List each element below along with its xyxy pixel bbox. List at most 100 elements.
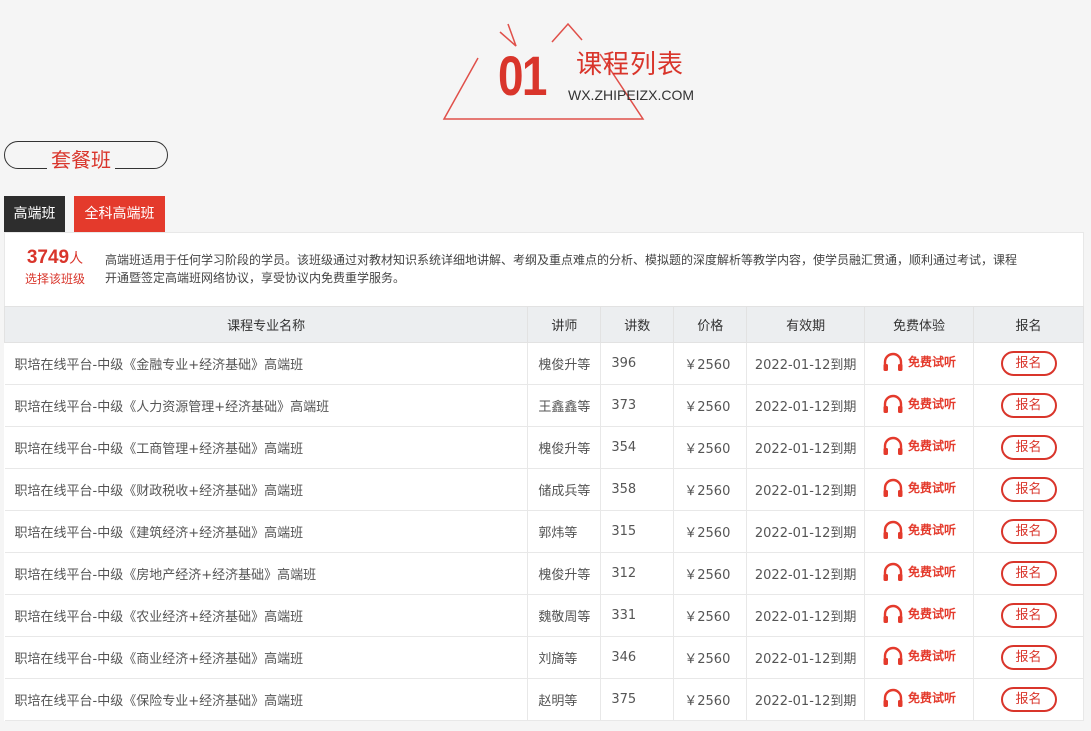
register-button[interactable]: 报名: [1000, 561, 1057, 586]
course-expiry: 2022-01-12到期: [746, 468, 866, 511]
table-row: 职培在线平台-中级《农业经济+经济基础》高端班 魏敬周等 331 ￥2560 2…: [4, 594, 1084, 637]
register-button[interactable]: 报名: [1000, 687, 1057, 712]
headphones-icon: [883, 436, 903, 455]
table-header-row: 课程专业名称 讲师 讲数 价格 有效期 免费体验 报名: [3, 306, 1084, 343]
table-row: 职培在线平台-中级《人力资源管理+经济基础》高端班 王鑫鑫等 373 ￥2560…: [4, 384, 1084, 427]
free-trial-cell: 免费试听: [864, 426, 975, 469]
table-row: 职培在线平台-中级《工商管理+经济基础》高端班 槐俊升等 354 ￥2560 2…: [4, 426, 1084, 469]
course-lessons: 346: [600, 636, 675, 679]
register-button[interactable]: 报名: [1000, 519, 1057, 544]
course-lessons: 375: [600, 678, 675, 721]
course-teacher: 赵明等: [527, 678, 602, 721]
course-lessons: 354: [600, 426, 675, 469]
register-button[interactable]: 报名: [1000, 351, 1057, 376]
free-trial-link[interactable]: 免费试听: [882, 478, 956, 498]
register-cell: 报名: [973, 594, 1084, 637]
free-trial-link[interactable]: 免费试听: [882, 436, 956, 456]
register-cell: 报名: [973, 552, 1084, 595]
course-price: ￥2560: [673, 342, 748, 385]
enrollment-count: 3749人 选择该班级: [5, 247, 105, 287]
register-cell: 报名: [973, 342, 1084, 385]
course-price: ￥2560: [673, 636, 748, 679]
headphones-icon: [883, 352, 903, 371]
table-row: 职培在线平台-中级《建筑经济+经济基础》高端班 郭炜等 315 ￥2560 20…: [4, 510, 1084, 553]
count-unit: 人: [69, 251, 84, 267]
headphones-icon: [883, 478, 903, 497]
header-price: 价格: [673, 306, 748, 343]
free-trial-link[interactable]: 免费试听: [882, 352, 956, 372]
section-number: 01: [498, 44, 547, 107]
free-trial-cell: 免费试听: [864, 678, 975, 721]
course-name: 职培在线平台-中级《农业经济+经济基础》高端班: [4, 594, 529, 637]
register-button[interactable]: 报名: [1000, 435, 1057, 460]
course-name: 职培在线平台-中级《金融专业+经济基础》高端班: [4, 342, 529, 385]
table-row: 职培在线平台-中级《房地产经济+经济基础》高端班 槐俊升等 312 ￥2560 …: [4, 552, 1084, 595]
course-teacher: 槐俊升等: [527, 552, 602, 595]
free-trial-cell: 免费试听: [864, 468, 975, 511]
free-trial-link[interactable]: 免费试听: [882, 562, 956, 582]
course-name: 职培在线平台-中级《工商管理+经济基础》高端班: [4, 426, 529, 469]
free-trial-link[interactable]: 免费试听: [882, 394, 956, 414]
table-row: 职培在线平台-中级《金融专业+经济基础》高端班 槐俊升等 396 ￥2560 2…: [4, 342, 1084, 385]
header-register: 报名: [973, 306, 1084, 343]
course-teacher: 郭炜等: [527, 510, 602, 553]
register-cell: 报名: [973, 636, 1084, 679]
course-name: 职培在线平台-中级《保险专业+经济基础》高端班: [4, 678, 529, 721]
register-cell: 报名: [973, 678, 1084, 721]
course-teacher: 刘旖等: [527, 636, 602, 679]
register-cell: 报名: [973, 384, 1084, 427]
table-row: 职培在线平台-中级《商业经济+经济基础》高端班 刘旖等 346 ￥2560 20…: [4, 636, 1084, 679]
free-trial-link[interactable]: 免费试听: [882, 520, 956, 540]
course-name: 职培在线平台-中级《建筑经济+经济基础》高端班: [4, 510, 529, 553]
headphones-icon: [883, 688, 903, 707]
register-button[interactable]: 报名: [1000, 645, 1057, 670]
free-trial-cell: 免费试听: [864, 636, 975, 679]
register-cell: 报名: [973, 510, 1084, 553]
course-teacher: 储成兵等: [527, 468, 602, 511]
course-teacher: 槐俊升等: [527, 426, 602, 469]
header-free-trial: 免费体验: [864, 306, 975, 343]
course-lessons: 358: [600, 468, 675, 511]
register-button[interactable]: 报名: [1000, 603, 1057, 628]
course-lessons: 396: [600, 342, 675, 385]
course-price: ￥2560: [673, 594, 748, 637]
section-label: 套餐班: [47, 148, 115, 172]
free-trial-cell: 免费试听: [864, 342, 975, 385]
course-name: 职培在线平台-中级《人力资源管理+经济基础》高端班: [4, 384, 529, 427]
free-trial-link[interactable]: 免费试听: [882, 604, 956, 624]
free-trial-link[interactable]: 免费试听: [882, 646, 956, 666]
class-description: 高端班适用于任何学习阶段的学员。该班级通过对教材知识系统详细地讲解、考纲及重点难…: [105, 253, 1018, 285]
course-expiry: 2022-01-12到期: [746, 342, 866, 385]
course-price: ￥2560: [673, 468, 748, 511]
course-table: 课程专业名称 讲师 讲数 价格 有效期 免费体验 报名 职培在线平台-中级《金融…: [3, 306, 1084, 721]
header-course-name: 课程专业名称: [3, 306, 529, 343]
table-row: 职培在线平台-中级《财政税收+经济基础》高端班 储成兵等 358 ￥2560 2…: [4, 468, 1084, 511]
register-button[interactable]: 报名: [1000, 477, 1057, 502]
register-button[interactable]: 报名: [1000, 393, 1057, 418]
course-expiry: 2022-01-12到期: [746, 510, 866, 553]
header-lessons: 讲数: [600, 306, 675, 343]
headphones-icon: [883, 562, 903, 581]
free-trial-link[interactable]: 免费试听: [882, 688, 956, 708]
course-expiry: 2022-01-12到期: [746, 426, 866, 469]
course-name: 职培在线平台-中级《商业经济+经济基础》高端班: [4, 636, 529, 679]
free-trial-cell: 免费试听: [864, 510, 975, 553]
course-expiry: 2022-01-12到期: [746, 552, 866, 595]
headphones-icon: [883, 520, 903, 539]
course-expiry: 2022-01-12到期: [746, 636, 866, 679]
tab-all-subjects-high-end[interactable]: 全科高端班: [74, 196, 165, 232]
free-trial-label: 免费试听: [908, 691, 957, 705]
table-row: 职培在线平台-中级《保险专业+经济基础》高端班 赵明等 375 ￥2560 20…: [4, 678, 1084, 721]
free-trial-cell: 免费试听: [864, 552, 975, 595]
class-info-panel: 3749人 选择该班级 高端班适用于任何学习阶段的学员。该班级通过对教材知识系统…: [4, 232, 1084, 307]
page-title: 课程列表: [576, 50, 685, 80]
free-trial-cell: 免费试听: [864, 384, 975, 427]
course-name: 职培在线平台-中级《财政税收+经济基础》高端班: [4, 468, 529, 511]
course-price: ￥2560: [673, 552, 748, 595]
course-teacher: 王鑫鑫等: [527, 384, 602, 427]
free-trial-label: 免费试听: [908, 439, 957, 453]
tab-high-end[interactable]: 高端班: [4, 196, 65, 232]
free-trial-label: 免费试听: [908, 481, 957, 495]
course-price: ￥2560: [673, 384, 748, 427]
headphones-icon: [883, 604, 903, 623]
